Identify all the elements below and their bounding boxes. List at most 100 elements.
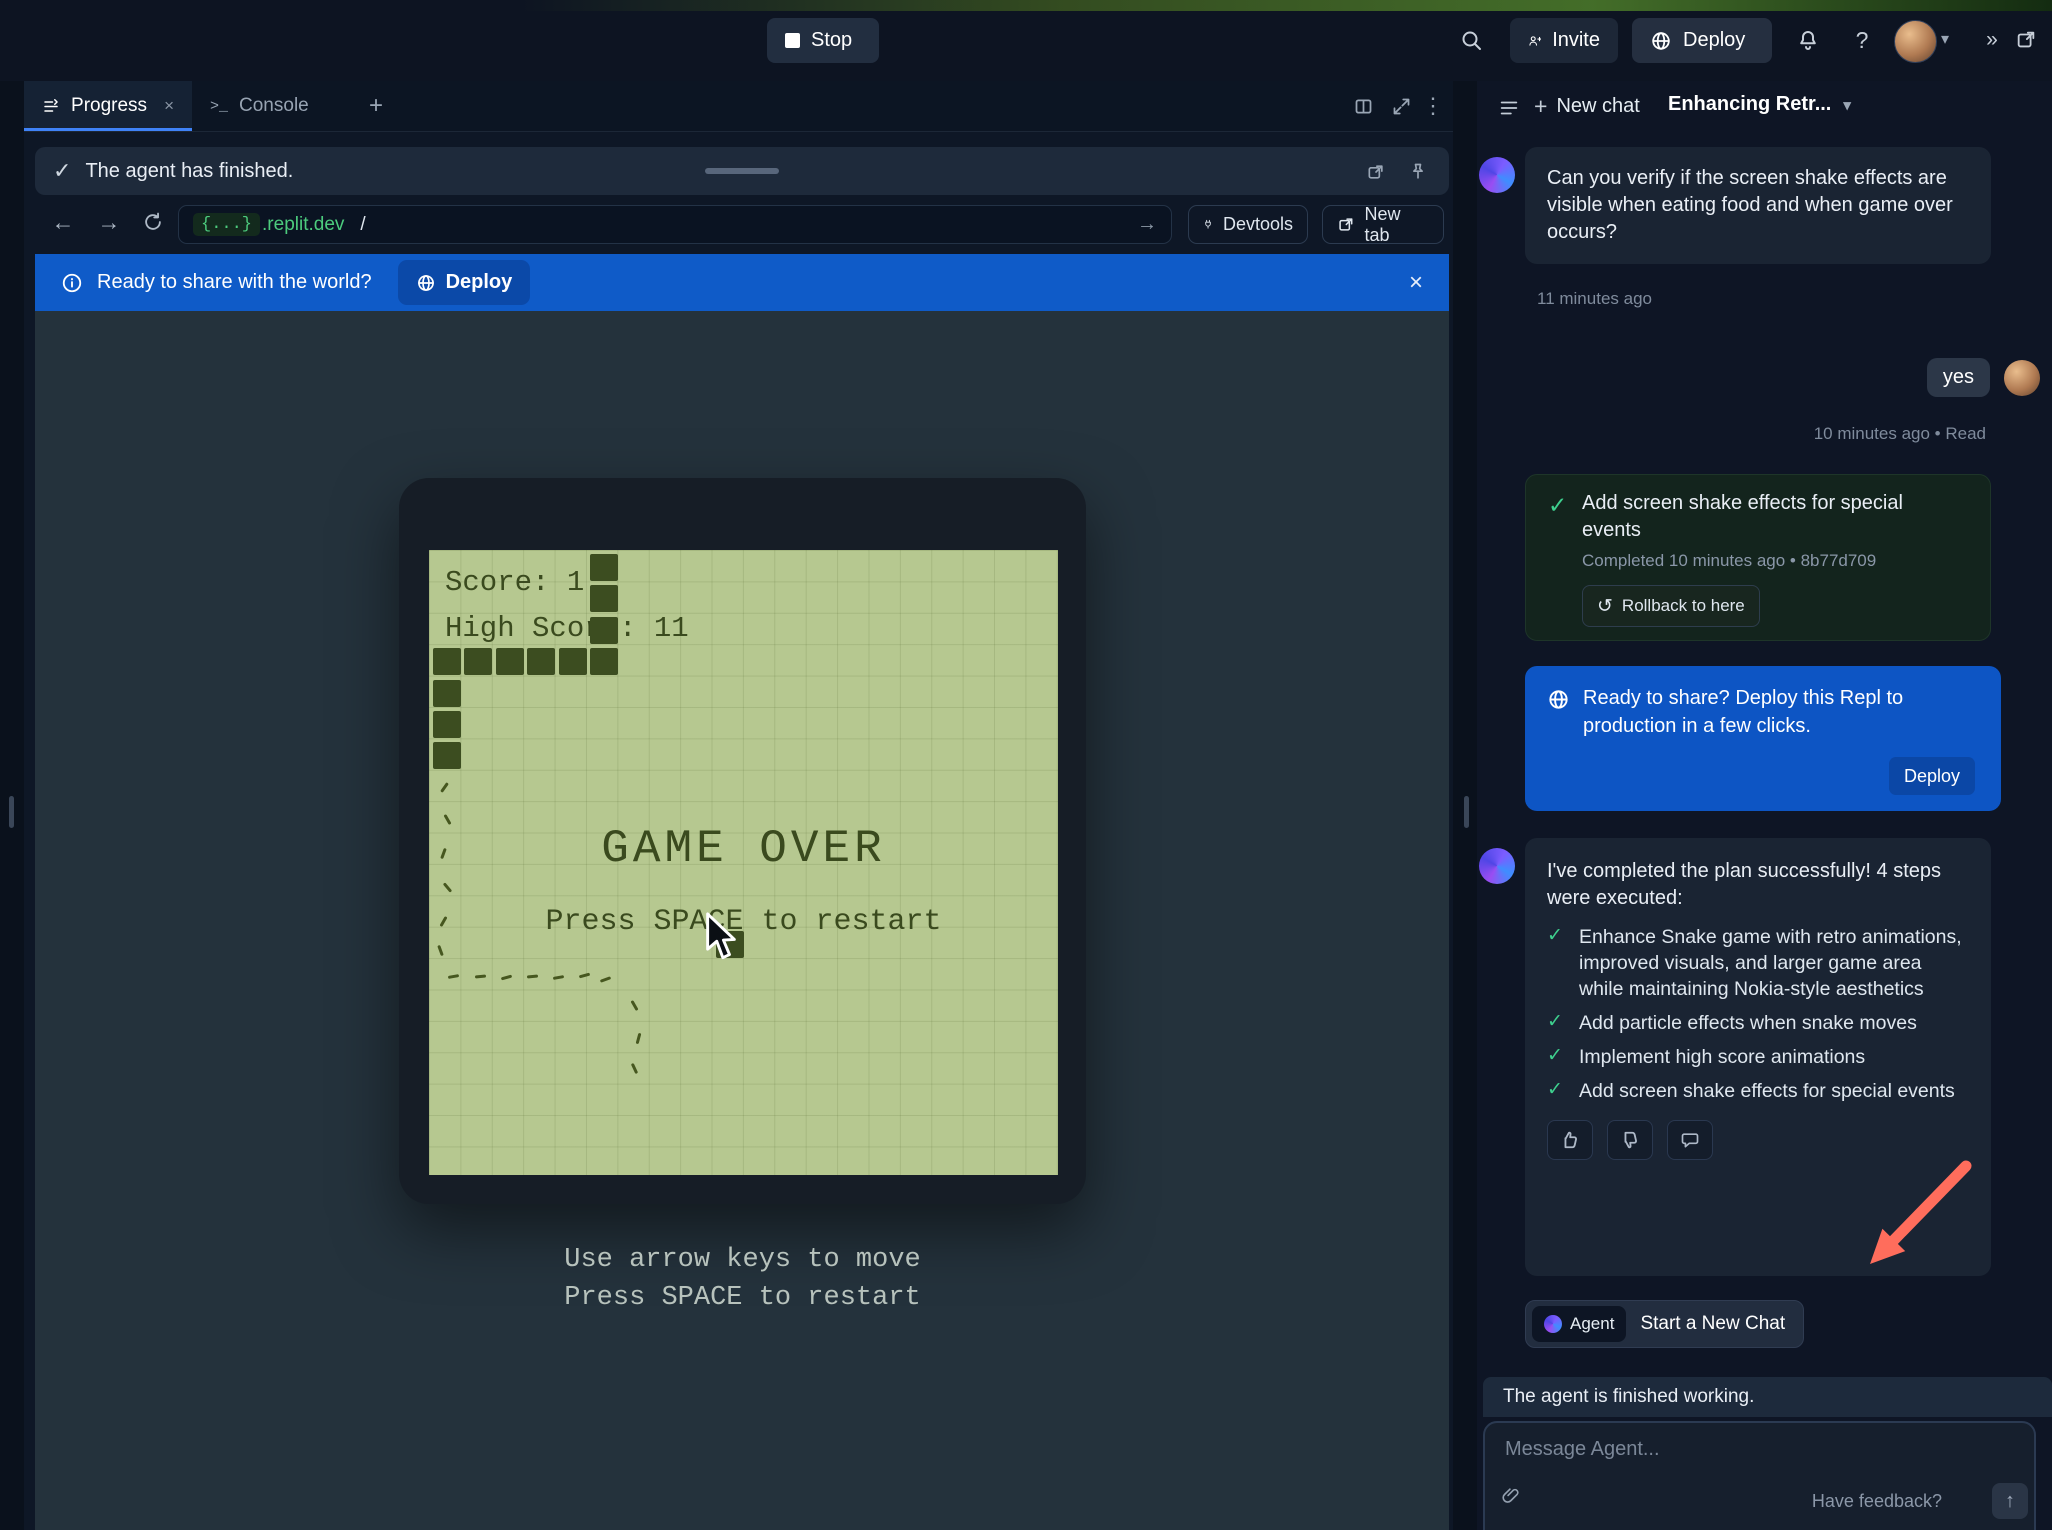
deploy-promo-text: Ready to share? Deploy this Repl to prod…	[1583, 684, 1923, 740]
session-title-dropdown[interactable]: Enhancing Retr... ▾	[1668, 93, 1851, 116]
lcd-screen[interactable]: Score: 1 High Score: 11 GAME OVER Press …	[429, 550, 1058, 1175]
banner-text: Ready to share with the world?	[97, 271, 372, 294]
chat-history-icon[interactable]	[1492, 91, 1526, 125]
step-check-icon: ✓	[1547, 924, 1569, 1002]
nav-reload-icon[interactable]	[136, 205, 170, 239]
open-window-icon[interactable]	[2008, 22, 2044, 58]
stop-button[interactable]: Stop	[767, 18, 879, 63]
step-check-icon: ✓	[1547, 1078, 1569, 1104]
snake-segment	[590, 585, 618, 612]
particle-mark	[501, 975, 512, 981]
pin-icon[interactable]	[1403, 157, 1433, 187]
checkpoint-card: ✓ Add screen shake effects for special e…	[1525, 474, 1991, 641]
devtools-label: Devtools	[1223, 214, 1293, 235]
mouse-cursor	[704, 911, 738, 963]
feedback-row	[1547, 1120, 1969, 1160]
start-new-chat-label: Start a New Chat	[1640, 1313, 1785, 1335]
progress-tab-icon	[42, 97, 60, 116]
particle-mark	[636, 1033, 642, 1044]
invite-button[interactable]: Invite	[1510, 18, 1618, 63]
agent-status-bar: ✓ The agent has finished.	[35, 147, 1449, 195]
message-input[interactable]	[1503, 1437, 2007, 1462]
user-avatar-small	[2004, 360, 2040, 396]
user-avatar[interactable]	[1894, 20, 1937, 63]
snake-segment	[433, 648, 461, 675]
new-chat-label: New chat	[1556, 95, 1639, 118]
panel-toggle-icon[interactable]: »	[1974, 22, 2010, 58]
new-chat-button[interactable]: + New chat	[1534, 93, 1640, 120]
particle-mark	[440, 782, 449, 793]
globe-icon	[416, 273, 436, 293]
help-icon[interactable]: ?	[1844, 22, 1880, 58]
agent-finished-status: The agent is finished working.	[1483, 1377, 2052, 1417]
devtools-button[interactable]: Devtools	[1188, 205, 1308, 244]
agent-message-text: Can you verify if the screen shake effec…	[1547, 165, 1969, 246]
snake-segment	[433, 711, 461, 738]
comment-button[interactable]	[1667, 1120, 1713, 1160]
check-icon: ✓	[53, 158, 71, 184]
agent-avatar	[1479, 157, 1515, 193]
chevron-down-icon: ▾	[1843, 96, 1851, 114]
stop-icon	[785, 33, 800, 48]
rollback-button[interactable]: ↺ Rollback to here	[1582, 585, 1760, 627]
tab-label: Progress	[71, 95, 147, 117]
tab-console[interactable]: >_ Console	[192, 81, 352, 131]
left-resize-handle[interactable]	[9, 796, 14, 828]
message-timestamp: 11 minutes ago	[1537, 289, 1652, 309]
deploy-promo-card: Ready to share? Deploy this Repl to prod…	[1525, 666, 2001, 811]
split-view-icon[interactable]	[1347, 90, 1379, 122]
annotation-arrow	[1848, 1158, 1980, 1280]
devtools-plug-icon	[1203, 215, 1214, 234]
pane-drag-handle[interactable]	[705, 168, 779, 174]
attach-file-icon[interactable]	[1501, 1485, 1521, 1505]
account-chevron-icon[interactable]: ▾	[1941, 29, 1949, 49]
plan-step: ✓Add screen shake effects for special ev…	[1547, 1078, 1969, 1104]
expand-pane-icon[interactable]	[1385, 90, 1417, 122]
checkpoint-meta: Completed 10 minutes ago • 8b77d709	[1582, 551, 1876, 571]
main-pane: Progress × >_ Console + ⋮ ✓ The agent ha…	[24, 81, 1453, 1530]
snake-segment	[464, 648, 492, 675]
rollback-label: Rollback to here	[1622, 596, 1745, 616]
invite-label: Invite	[1552, 29, 1600, 52]
close-tab-icon[interactable]: ×	[164, 96, 174, 116]
console-tab-icon: >_	[210, 98, 228, 115]
invite-person-icon	[1528, 30, 1541, 52]
url-go-icon[interactable]: →	[1137, 213, 1157, 236]
plan-intro-text: I've completed the plan successfully! 4 …	[1547, 858, 1969, 912]
user-message-text: yes	[1943, 366, 1974, 388]
snake-segment	[496, 648, 524, 675]
deploy-button[interactable]: Deploy	[1632, 18, 1772, 63]
url-path: /	[360, 214, 365, 236]
game-over-text: GAME OVER	[429, 823, 1058, 875]
plan-step: ✓Add particle effects when snake moves	[1547, 1010, 1969, 1036]
feedback-link[interactable]: Have feedback?	[1812, 1491, 1942, 1512]
step-check-icon: ✓	[1547, 1044, 1569, 1070]
nav-back-icon[interactable]: ←	[46, 205, 80, 239]
snake-segment	[433, 742, 461, 769]
agent-logo-icon	[1544, 1315, 1562, 1333]
send-message-button[interactable]: ↑	[1992, 1483, 2028, 1519]
share-banner: Ready to share with the world? Deploy ×	[35, 254, 1449, 311]
agent-status-text: The agent has finished.	[85, 160, 293, 183]
url-bar[interactable]: {...} .replit.dev / →	[178, 205, 1172, 244]
nav-forward-icon[interactable]: →	[92, 205, 126, 239]
particle-mark	[630, 1000, 638, 1011]
thumbs-down-button[interactable]	[1607, 1120, 1653, 1160]
search-icon[interactable]	[1453, 22, 1489, 58]
step-check-icon: ✓	[1547, 1010, 1569, 1036]
panel-resize-handle[interactable]	[1464, 796, 1469, 828]
particle-mark	[527, 975, 538, 979]
deploy-promo-button[interactable]: Deploy	[1889, 757, 1975, 795]
banner-close-icon[interactable]: ×	[1409, 269, 1423, 297]
tab-progress[interactable]: Progress ×	[24, 81, 192, 131]
notifications-bell-icon[interactable]	[1790, 22, 1826, 58]
new-tab-plus-icon[interactable]: +	[362, 92, 390, 120]
pane-menu-kebab-icon[interactable]: ⋮	[1417, 90, 1449, 122]
start-new-chat-button[interactable]: Agent Start a New Chat	[1525, 1300, 1804, 1348]
new-tab-button[interactable]: New tab	[1322, 205, 1444, 244]
new-tab-icon	[1337, 215, 1356, 234]
banner-deploy-button[interactable]: Deploy	[398, 260, 531, 305]
thumbs-up-button[interactable]	[1547, 1120, 1593, 1160]
agent-avatar	[1479, 848, 1515, 884]
open-external-icon[interactable]	[1361, 157, 1391, 187]
